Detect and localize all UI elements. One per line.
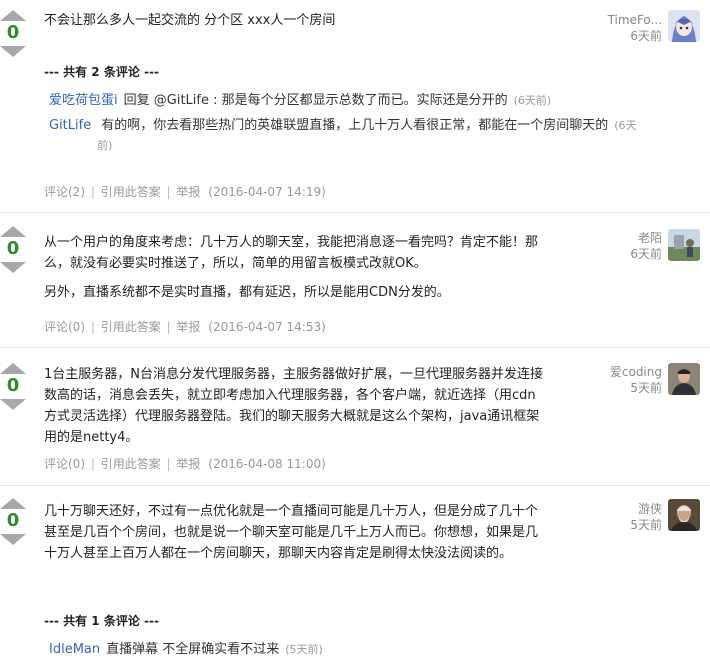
comment-user[interactable]: GitLife (49, 116, 91, 136)
vote-count: 0 (6, 238, 20, 259)
answer-time: 6天前 (630, 29, 662, 43)
answer-date: (2016-04-07 14:19) (208, 185, 326, 199)
answer-body: 从一个用户的角度来考虑：几十万人的聊天室，我能把消息逐一看完吗？肯定不能！那么，… (44, 232, 544, 311)
answer-paragraph: 另外，直播系统都不是实时直播，都有延迟，所以是能用CDN分发的。 (44, 285, 450, 300)
vote-count: 0 (6, 375, 20, 396)
divider (0, 347, 710, 348)
author-name[interactable]: 老陌 (542, 230, 662, 246)
vote-count: 0 (6, 510, 20, 531)
vote-box: 0 (0, 498, 26, 545)
answer-date: (2016-04-08 11:00) (208, 457, 326, 471)
author-info: 爱coding 5天前 (542, 364, 662, 396)
quote-link[interactable]: 引用此答案 (101, 320, 161, 334)
author-info: 游侠 5天前 (542, 501, 662, 533)
downvote-arrow-icon[interactable] (0, 399, 26, 410)
report-link[interactable]: 举报 (176, 457, 200, 471)
answer-time: 5天前 (630, 381, 662, 395)
comments-header: --- 共有 2 条评论 --- (44, 65, 159, 79)
avatar[interactable] (668, 229, 700, 261)
answer-time: 6天前 (630, 247, 662, 261)
answer-paragraph: 几十万聊天还好，不过有一点优化就是一个直播间可能是几十万人，但是分成了几十个甚至… (44, 504, 539, 561)
answer-meta: 评论(0) | 引用此答案 | 举报 (2016-04-07 14:53) (44, 320, 326, 334)
comments-link[interactable]: 评论(0) (44, 457, 85, 471)
answer-paragraph: 不会让那么多人一起交流的 分个区 xxx人一个房间 (44, 13, 336, 28)
comments-link[interactable]: 评论(2) (44, 185, 85, 199)
upvote-arrow-icon[interactable] (0, 363, 26, 374)
quote-link[interactable]: 引用此答案 (101, 185, 161, 199)
answer-meta: 评论(0) | 引用此答案 | 举报 (2016-04-08 11:00) (44, 457, 326, 471)
comments-header: --- 共有 1 条评论 --- (44, 614, 159, 628)
report-link[interactable]: 举报 (176, 185, 200, 199)
upvote-arrow-icon[interactable] (0, 498, 26, 509)
downvote-arrow-icon[interactable] (0, 534, 26, 545)
upvote-arrow-icon[interactable] (0, 10, 26, 21)
author-name[interactable]: 爱coding (542, 364, 662, 380)
author-info: 老陌 6天前 (542, 230, 662, 262)
comment-text: 有的啊，你去看那些热门的英雄联盟直播，上几十万人看很正常，都能在一个房间聊天的 (101, 118, 609, 133)
vote-box: 0 (0, 10, 26, 57)
author-name[interactable]: TimeFo... (542, 12, 662, 28)
answer-body: 不会让那么多人一起交流的 分个区 xxx人一个房间 (44, 10, 544, 39)
comment-text: 回复 @GitLife : 那是每个分区都显示总数了而已。实际还是分开的 (123, 93, 508, 108)
comment-item: 爱吃荷包蛋i 回复 @GitLife : 那是每个分区都显示总数了而已。实际还是分… (49, 91, 639, 111)
answer-meta: 评论(2) | 引用此答案 | 举报 (2016-04-07 14:19) (44, 185, 326, 199)
comment-user[interactable]: IdleMan (49, 642, 100, 657)
answer-date: (2016-04-07 14:53) (208, 320, 326, 334)
author-name[interactable]: 游侠 (542, 501, 662, 517)
comment-user[interactable]: 爱吃荷包蛋i (49, 93, 118, 108)
vote-count: 0 (6, 22, 20, 43)
avatar[interactable] (668, 363, 700, 395)
answer-paragraph: 从一个用户的角度来考虑：几十万人的聊天室，我能把消息逐一看完吗？肯定不能！那么，… (44, 235, 539, 271)
comment-item: GitLife 有的啊，你去看那些热门的英雄联盟直播，上几十万人看很正常，都能在… (49, 116, 649, 156)
downvote-arrow-icon[interactable] (0, 262, 26, 273)
downvote-arrow-icon[interactable] (0, 46, 26, 57)
comment-text: 直播弹幕 不全屏确实看不过来 (106, 642, 280, 657)
comment-item: IdleMan 直播弹幕 不全屏确实看不过来 (5天前) (49, 640, 639, 660)
avatar[interactable] (668, 499, 700, 531)
vote-box: 0 (0, 226, 26, 273)
answer-paragraph: 1台主服务器，N台消息分发代理服务器，主服务器做好扩展，一旦代理服务器并发连接数… (44, 367, 543, 445)
upvote-arrow-icon[interactable] (0, 226, 26, 237)
divider (0, 485, 710, 486)
comments-link[interactable]: 评论(0) (44, 320, 85, 334)
vote-box: 0 (0, 363, 26, 410)
answer-body: 几十万聊天还好，不过有一点优化就是一个直播间可能是几十万人，但是分成了几十个甚至… (44, 501, 544, 572)
answer-body: 1台主服务器，N台消息分发代理服务器，主服务器做好扩展，一旦代理服务器并发连接数… (44, 364, 544, 456)
quote-link[interactable]: 引用此答案 (101, 457, 161, 471)
comment-date: (5天前) (285, 643, 323, 656)
avatar[interactable] (668, 10, 700, 42)
report-link[interactable]: 举报 (176, 320, 200, 334)
divider (0, 212, 710, 213)
author-info: TimeFo... 6天前 (542, 12, 662, 44)
answer-time: 5天前 (630, 518, 662, 532)
comment-date: (6天前) (513, 94, 552, 107)
